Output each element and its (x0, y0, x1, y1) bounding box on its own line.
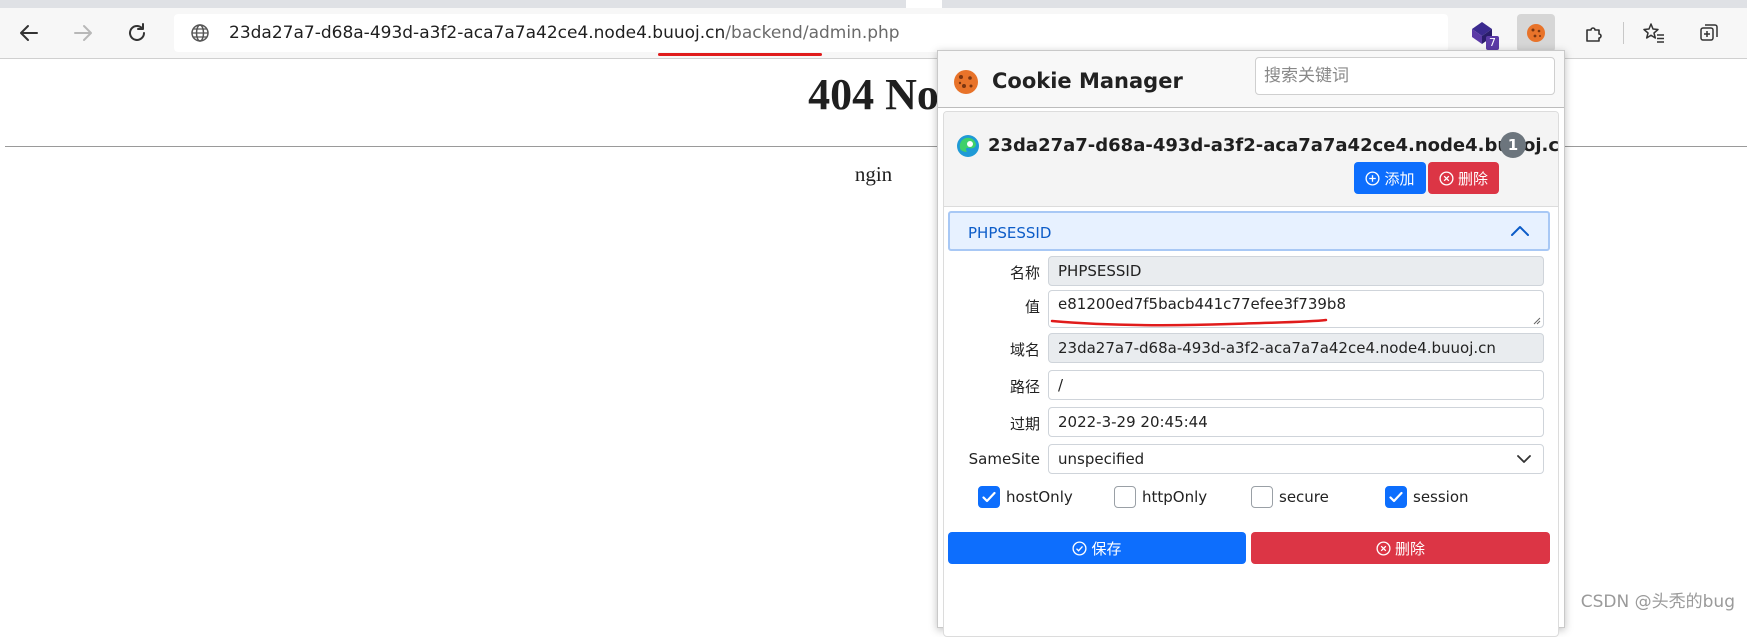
hostonly-label: hostOnly (1006, 488, 1073, 506)
path-label: 路径 (1009, 378, 1040, 396)
globe-icon (191, 24, 209, 42)
edge-browser-icon (957, 135, 979, 157)
domain-card: 23da27a7-d68a-493d-a3f2-aca7a7a42ce4.nod… (943, 111, 1559, 637)
delete-domain-button[interactable]: 删除 (1428, 162, 1499, 194)
cookie-accordion-header[interactable]: PHPSESSID (948, 211, 1550, 251)
cookie-count-badge: 1 (1500, 132, 1526, 158)
check-icon (1389, 491, 1403, 503)
name-label: 名称 (1009, 264, 1040, 282)
httponly-label: httpOnly (1142, 488, 1208, 506)
value-text: e81200ed7f5bacb441c77efee3f739b8 (1058, 295, 1346, 313)
chevron-up-icon (1511, 226, 1529, 236)
active-tab[interactable] (906, 0, 942, 8)
checkbox-unchecked[interactable] (1114, 486, 1136, 508)
back-button[interactable] (10, 14, 48, 52)
extension-badge: 7 (1486, 36, 1499, 50)
samesite-label: SameSite (968, 450, 1040, 468)
refresh-button[interactable] (118, 14, 156, 52)
value-annotation-underline (1050, 318, 1328, 327)
extensions-menu-button[interactable] (1575, 14, 1613, 52)
hostonly-checkbox[interactable]: hostOnly (978, 486, 1073, 508)
x-circle-icon (1376, 540, 1391, 556)
value-label: 值 (1024, 298, 1040, 316)
expires-label: 过期 (1009, 415, 1040, 433)
session-checkbox[interactable]: session (1385, 486, 1469, 508)
url-text[interactable]: 23da27a7-d68a-493d-a3f2-aca7a7a42ce4.nod… (229, 22, 900, 44)
checkbox-unchecked[interactable] (1251, 486, 1273, 508)
cookie-manager-button[interactable] (1517, 14, 1555, 52)
checkbox-checked[interactable] (1385, 486, 1407, 508)
secure-label: secure (1279, 488, 1329, 506)
check-circle-icon (1072, 540, 1088, 556)
x-circle-icon (1439, 170, 1454, 186)
path-field[interactable]: / (1048, 370, 1544, 400)
cookie-manager-popup: Cookie Manager 23da27a7-d68a-493d-a3f2-a… (937, 50, 1565, 637)
expires-field[interactable]: 2022-3-29 20:45:44 (1048, 407, 1544, 437)
save-cookie-button[interactable]: 保存 (948, 532, 1246, 564)
session-label: session (1413, 488, 1469, 506)
samesite-value: unspecified (1058, 450, 1145, 468)
favorites-icon (1643, 23, 1664, 43)
cookie-logo-icon (954, 70, 978, 94)
collections-button[interactable] (1690, 14, 1728, 52)
extension-button[interactable]: 7 (1463, 14, 1501, 52)
delete-cookie-label: 删除 (1394, 539, 1425, 558)
puzzle-icon (1586, 27, 1602, 42)
cookie-name-header: PHPSESSID (968, 224, 1052, 242)
forward-button[interactable] (64, 14, 102, 52)
delete-domain-label: 删除 (1457, 169, 1488, 188)
url-host: 23da27a7-d68a-493d-a3f2-aca7a7a42ce4.nod… (229, 23, 726, 43)
domain-field[interactable]: 23da27a7-d68a-493d-a3f2-aca7a7a42ce4.nod… (1048, 333, 1544, 363)
secure-checkbox[interactable]: secure (1251, 486, 1329, 508)
search-input[interactable] (1255, 57, 1555, 95)
checkbox-checked[interactable] (978, 486, 1000, 508)
name-field[interactable]: PHPSESSID (1048, 256, 1544, 286)
favorites-button[interactable] (1635, 14, 1673, 52)
forward-icon (74, 25, 92, 41)
save-button-label: 保存 (1091, 539, 1122, 558)
httponly-checkbox[interactable]: httpOnly (1114, 486, 1207, 508)
chevron-down-icon (1517, 455, 1531, 463)
popup-title: Cookie Manager (992, 69, 1183, 93)
collections-icon (1700, 24, 1718, 41)
watermark: CSDN @头秃的bug (1580, 592, 1735, 612)
domain-header: 23da27a7-d68a-493d-a3f2-aca7a7a42ce4.nod… (944, 112, 1558, 207)
add-button-label: 添加 (1384, 169, 1415, 188)
samesite-select[interactable]: unspecified (1048, 444, 1544, 474)
domain-name: 23da27a7-d68a-493d-a3f2-aca7a7a42ce4.nod… (988, 135, 1559, 156)
cookie-icon (1527, 24, 1545, 42)
delete-cookie-button[interactable]: 删除 (1251, 532, 1550, 564)
add-cookie-button[interactable]: 添加 (1354, 162, 1426, 194)
url-path-annotation (658, 53, 822, 56)
refresh-icon (129, 23, 145, 41)
toolbar-separator (1623, 22, 1624, 44)
tab-strip (0, 0, 1747, 8)
address-bar[interactable]: 23da27a7-d68a-493d-a3f2-aca7a7a42ce4.nod… (174, 14, 1448, 56)
check-icon (982, 491, 996, 503)
popup-header: Cookie Manager (938, 51, 1564, 108)
plus-circle-icon (1365, 170, 1381, 186)
domain-label: 域名 (1009, 341, 1040, 359)
resize-grip-icon[interactable] (1531, 315, 1541, 325)
url-path: /backend/admin.php (725, 23, 900, 43)
back-icon (20, 25, 38, 41)
